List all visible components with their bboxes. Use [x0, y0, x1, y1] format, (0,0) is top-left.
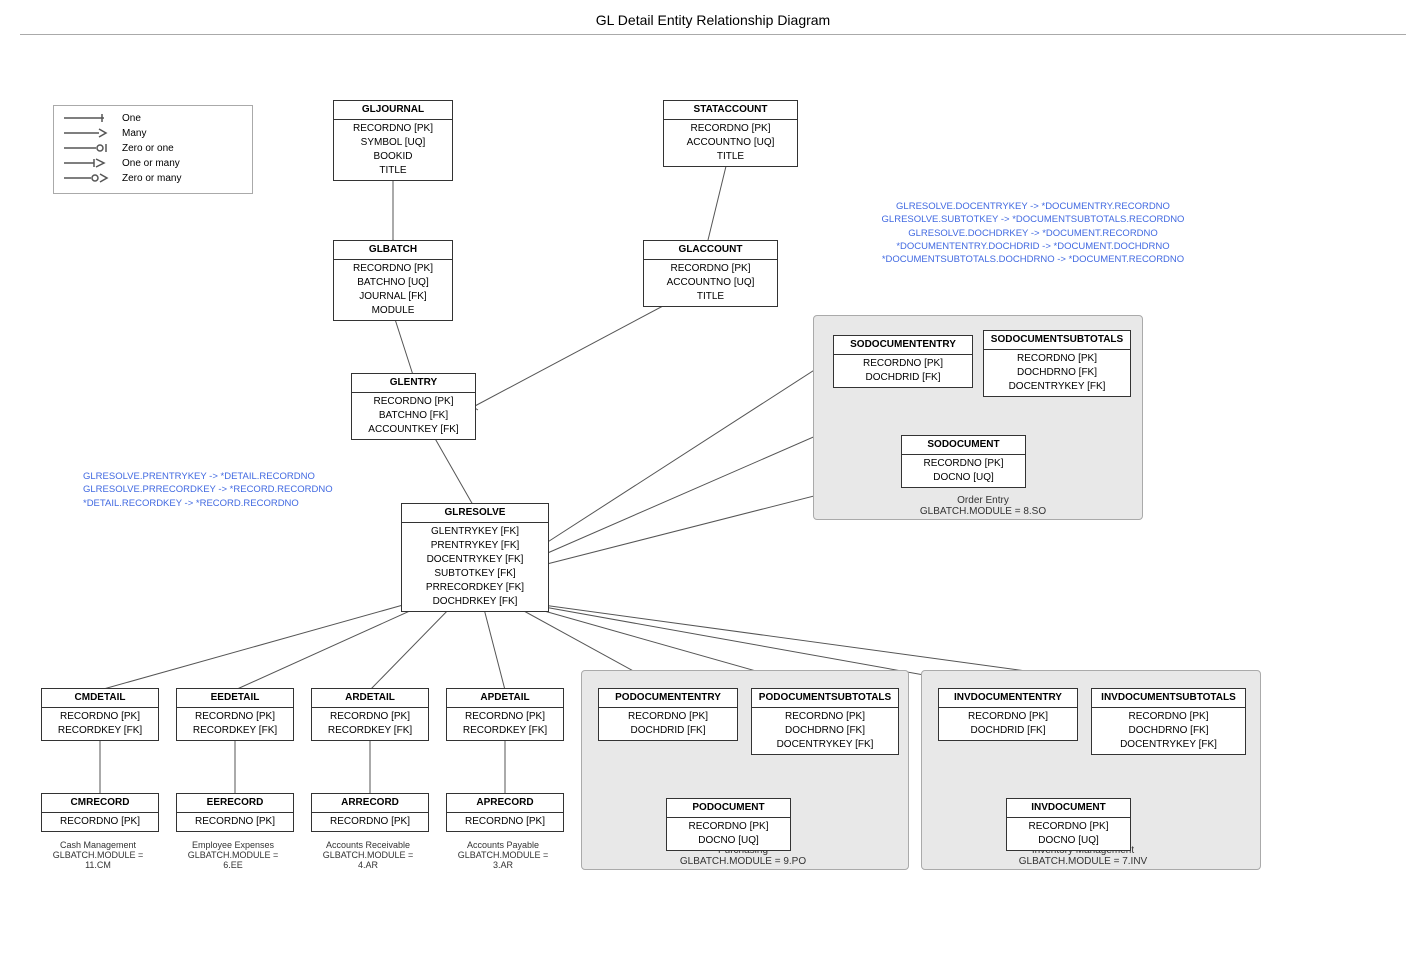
entity-stataccount: STATACCOUNT RECORDNO [PK]ACCOUNTNO [UQ]T…: [663, 100, 798, 167]
legend-zero-many: Zero or many: [64, 172, 242, 184]
entity-eedetail: EEDETAIL RECORDNO [PK]RECORDKEY [FK]: [176, 688, 294, 741]
entity-glaccount: GLACCOUNT RECORDNO [PK]ACCOUNTNO [UQ]TIT…: [643, 240, 778, 307]
diagram-area: One Many Zero or one One or many Zero or…: [23, 45, 1403, 965]
entity-ardetail: ARDETAIL RECORDNO [PK]RECORDKEY [FK]: [311, 688, 429, 741]
page-title: GL Detail Entity Relationship Diagram: [0, 0, 1426, 34]
entity-podocument: PODOCUMENT RECORDNO [PK]DOCNO [UQ]: [666, 798, 791, 851]
legend-box: One Many Zero or one One or many Zero or…: [53, 105, 253, 194]
cm-label: Cash ManagementGLBATCH.MODULE =11.CM: [33, 840, 163, 870]
entity-gljournal: GLJOURNAL RECORDNO [PK]SYMBOL [UQ]BOOKID…: [333, 100, 453, 181]
entity-invdocumententry: INVDOCUMENTENTRY RECORDNO [PK]DOCHDRID […: [938, 688, 1078, 741]
entity-podocumententry: PODOCUMENTENTRY RECORDNO [PK]DOCHDRID [F…: [598, 688, 738, 741]
entity-glbatch: GLBATCH RECORDNO [PK]BATCHNO [UQ]JOURNAL…: [333, 240, 453, 321]
legend-one-many: One or many: [64, 157, 242, 169]
entity-aprecord: APRECORD RECORDNO [PK]: [446, 793, 564, 832]
annotation-left-mid: GLRESOLVE.PRENTRYKEY -> *DETAIL.RECORDNO…: [83, 470, 363, 510]
legend-zero-one: Zero or one: [64, 142, 242, 154]
ap-label: Accounts PayableGLBATCH.MODULE =3.AR: [438, 840, 568, 870]
entity-cmdetail: CMDETAIL RECORDNO [PK]RECORDKEY [FK]: [41, 688, 159, 741]
so-region-label: Order EntryGLBATCH.MODULE = 8.SO: [843, 495, 1123, 517]
legend-one: One: [64, 112, 242, 124]
entity-arrecord: ARRECORD RECORDNO [PK]: [311, 793, 429, 832]
entity-invdocument: INVDOCUMENT RECORDNO [PK]DOCNO [UQ]: [1006, 798, 1131, 851]
entity-eerecord: EERECORD RECORDNO [PK]: [176, 793, 294, 832]
annotation-top-right: GLRESOLVE.DOCENTRYKEY -> *DOCUMENTRY.REC…: [833, 200, 1233, 266]
ee-label: Employee ExpensesGLBATCH.MODULE =6.EE: [168, 840, 298, 870]
entity-apdetail: APDETAIL RECORDNO [PK]RECORDKEY [FK]: [446, 688, 564, 741]
entity-cmrecord: CMRECORD RECORDNO [PK]: [41, 793, 159, 832]
ar-label: Accounts ReceivableGLBATCH.MODULE =4.AR: [303, 840, 433, 870]
entity-invdocumentsubtotals: INVDOCUMENTSUBTOTALS RECORDNO [PK]DOCHDR…: [1091, 688, 1246, 755]
entity-podocumentsubtotals: PODOCUMENTSUBTOTALS RECORDNO [PK]DOCHDRN…: [751, 688, 899, 755]
entity-glresolve: GLRESOLVE GLENTRYKEY [FK]PRENTRYKEY [FK]…: [401, 503, 549, 612]
legend-many: Many: [64, 127, 242, 139]
entity-sodocumentsubtotals: SODOCUMENTSUBTOTALS RECORDNO [PK]DOCHDRN…: [983, 330, 1131, 397]
entity-glentry: GLENTRY RECORDNO [PK]BATCHNO [FK]ACCOUNT…: [351, 373, 476, 440]
entity-sodocumententry: SODOCUMENTENTRY RECORDNO [PK]DOCHDRID [F…: [833, 335, 973, 388]
entity-sodocument: SODOCUMENT RECORDNO [PK]DOCNO [UQ]: [901, 435, 1026, 488]
